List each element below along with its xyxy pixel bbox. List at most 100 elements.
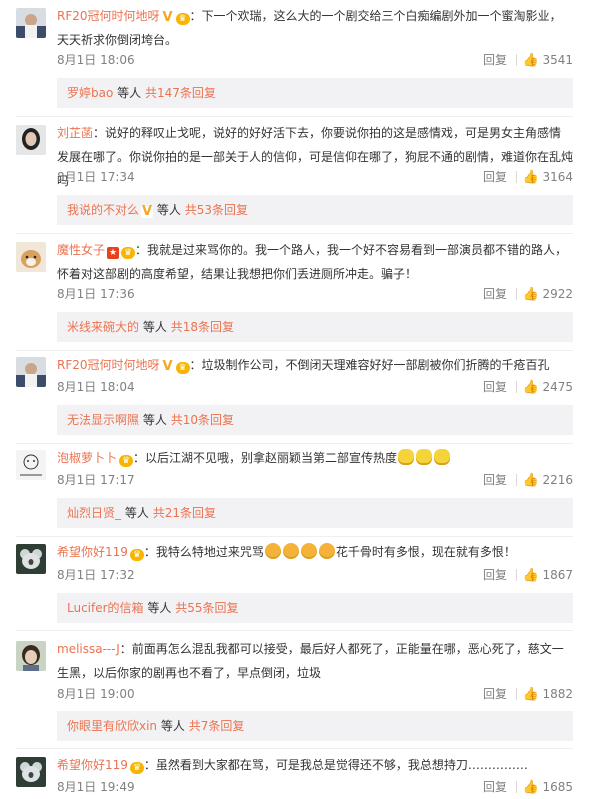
verified-icon: V [161,10,174,25]
comment-meta: 8月1日 17:36 回复 👍 2922 [57,284,573,304]
comment-username[interactable]: 希望你好119 [57,545,128,559]
reply-button[interactable]: 回复 [483,684,507,704]
vip-icon: ♛ [129,762,144,774]
reply-username[interactable]: 罗婷bao [67,86,113,100]
reply-button[interactable]: 回复 [483,565,507,585]
vip-icon: ♛ [175,362,190,374]
reply-summary[interactable]: 你眼里有欣欣xin 等人 共7条回复 [57,711,573,741]
more-replies-link[interactable]: 共7条回复 [189,719,245,733]
comment-username[interactable]: melissa---J [57,642,120,656]
thumbs-up-icon: 👍 [522,780,539,795]
comment-username[interactable]: 泡椒萝卜卜 [57,451,117,465]
reply-button[interactable]: 回复 [483,777,507,797]
reply-username[interactable]: 无法显示啊隰 [67,413,139,427]
divider [16,630,573,631]
like-button[interactable]: 👍 3541 [522,50,573,71]
avatar[interactable] [16,544,46,574]
thumbs-up-icon: 👍 [522,473,539,488]
avatar[interactable] [16,125,46,155]
comment-time: 8月1日 17:36 [57,287,135,301]
like-count: 2216 [542,473,573,487]
more-replies-link[interactable]: 共10条回复 [171,413,234,427]
divider [516,288,517,300]
like-count: 1685 [542,780,573,794]
comment-meta: 8月1日 19:49 回复 👍 1685 [57,777,573,797]
like-button[interactable]: 👍 2475 [522,377,573,398]
reply-summary[interactable]: 灿烈日贤_ 等人 共21条回复 [57,498,573,528]
like-button[interactable]: 👍 2216 [522,470,573,491]
divider [16,443,573,444]
divider [16,233,573,234]
comment-meta: 8月1日 17:17 回复 👍 2216 [57,470,573,490]
reply-summary[interactable]: Lucifer的信箱 等人 共55条回复 [57,593,573,623]
reply-summary[interactable]: 我说的不对么 V 等人 共53条回复 [57,195,573,225]
reply-username[interactable]: 灿烈日贤_ [67,506,121,520]
comment-text: 希望你好119 ♛ ：我特么特地过来咒骂 花千骨时有多恨，现在就有多恨！ [57,543,516,561]
reply-button[interactable]: 回复 [483,167,507,187]
comment-username[interactable]: RF20冠何时何地呀 [57,358,160,372]
vip-icon: ♛ [119,455,134,467]
like-button[interactable]: 👍 1685 [522,777,573,798]
comment-text: 魔性女子 ★ ♛ ：我就是过来骂你的。我一个路人，我一个好不容易看到一部演员都不错的路… [57,243,568,281]
more-replies-link[interactable]: 共18条回复 [171,320,234,334]
reply-button[interactable]: 回复 [483,284,507,304]
thumbs-up-icon: 👍 [522,287,539,302]
avatar[interactable] [16,757,46,787]
verified-icon: V [141,204,154,219]
comment-username[interactable]: 刘芷菡 [57,126,93,140]
thumbs-up-icon: 👍 [522,568,539,583]
angry-emoji-icon [318,543,335,559]
reply-username[interactable]: Lucifer的信箱 [67,601,144,615]
avatar[interactable] [16,8,46,38]
like-button[interactable]: 👍 1882 [522,684,573,705]
vip-icon: ♛ [121,247,136,259]
reply-button[interactable]: 回复 [483,470,507,490]
more-replies-link[interactable]: 共21条回复 [153,506,216,520]
comment-text: 希望你好119 ♛ ：虽然看到大家都在骂，可是我总是觉得还不够，我总想持刀…………… [57,758,528,774]
like-button[interactable]: 👍 1867 [522,565,573,586]
minion-emoji-icon [434,449,451,465]
divider [16,748,573,749]
comment-meta: 8月1日 18:04 回复 👍 2475 [57,377,573,397]
more-replies-link[interactable]: 共55条回复 [175,601,238,615]
comment-meta: 8月1日 19:00 回复 👍 1882 [57,684,573,704]
angry-emoji-icon [282,543,299,559]
comment-username[interactable]: RF20冠何时何地呀 [57,9,160,23]
like-count: 2922 [542,287,573,301]
like-count: 1882 [542,687,573,701]
thumbs-up-icon: 👍 [522,53,539,68]
vip-icon: ♛ [129,549,144,561]
comment-meta: 8月1日 17:32 回复 👍 1867 [57,565,573,585]
comment-text: 泡椒萝卜卜 ♛ ：以后江湖不见哦，别拿赵丽颖当第二部宣传热度 [57,446,573,470]
reply-button[interactable]: 回复 [483,377,507,397]
reply-button[interactable]: 回复 [483,50,507,70]
divider [516,781,517,793]
reply-summary[interactable]: 米线来碗大的 等人 共18条回复 [57,312,573,342]
divider [516,54,517,66]
minion-emoji-icon [398,449,415,465]
divider [16,116,573,117]
reply-summary[interactable]: 罗婷bao 等人 共147条回复 [57,78,573,108]
avatar[interactable] [16,450,46,480]
more-replies-link[interactable]: 共147条回复 [145,86,216,100]
comment-time: 8月1日 17:34 [57,170,135,184]
minion-emoji-icon [416,449,433,465]
reply-username[interactable]: 我说的不对么 [67,203,139,217]
comment-username[interactable]: 希望你好119 [57,758,128,772]
reply-username[interactable]: 你眼里有欣欣xin [67,719,157,733]
avatar[interactable] [16,641,46,671]
angry-emoji-icon [300,543,317,559]
like-button[interactable]: 👍 3164 [522,167,573,188]
reply-username[interactable]: 米线来碗大的 [67,320,139,334]
comment-time: 8月1日 19:49 [57,780,135,794]
more-replies-link[interactable]: 共53条回复 [185,203,248,217]
thumbs-up-icon: 👍 [522,170,539,185]
comment-meta: 8月1日 17:34 回复 👍 3164 [57,167,573,187]
comment-username[interactable]: 魔性女子 [57,243,105,257]
avatar[interactable] [16,242,46,272]
thumbs-up-icon: 👍 [522,380,539,395]
like-button[interactable]: 👍 2922 [522,284,573,305]
avatar[interactable] [16,357,46,387]
reply-summary[interactable]: 无法显示啊隰 等人 共10条回复 [57,405,573,435]
divider [516,171,517,183]
